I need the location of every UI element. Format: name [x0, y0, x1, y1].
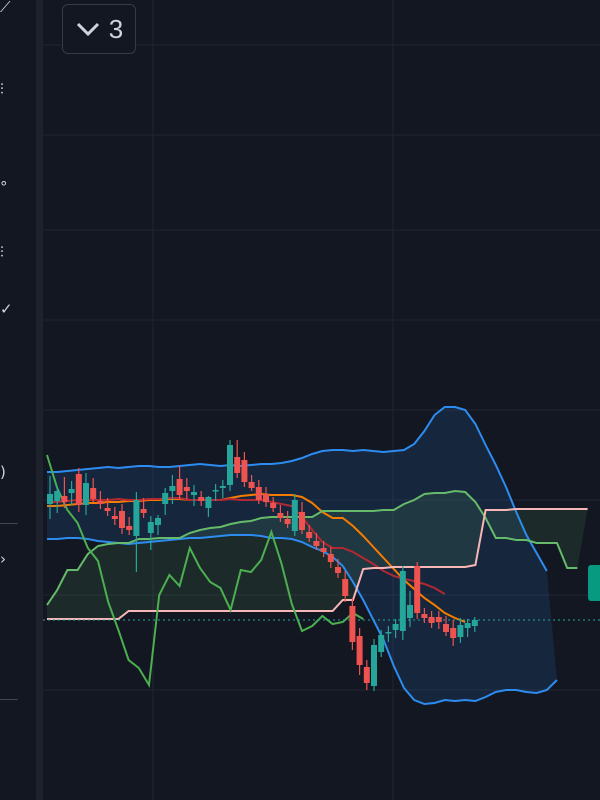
candle-body: [198, 497, 205, 501]
candle-body: [263, 494, 269, 502]
candle-body: [104, 508, 111, 511]
candle-body: [155, 518, 161, 525]
candle-body: [457, 625, 464, 637]
candle-body: [75, 474, 82, 505]
candle-body: [306, 532, 313, 538]
candle-body: [97, 501, 104, 504]
candle-body: [435, 617, 442, 622]
candle-body: [428, 617, 435, 623]
candle-body: [47, 494, 53, 504]
candle-body: [176, 479, 183, 495]
candle-body: [392, 624, 399, 630]
candle-body: [111, 516, 118, 519]
candle-body: [299, 512, 305, 530]
candle-body: [414, 566, 421, 613]
toolbar-divider: [0, 699, 18, 700]
candle-body: [212, 490, 219, 492]
candle-body: [169, 486, 176, 491]
toolbar-divider: [0, 523, 18, 524]
candle-body: [248, 482, 255, 488]
text-icon[interactable]: ⫶: [0, 245, 14, 260]
candle-body: [191, 492, 197, 495]
candle-body: [227, 445, 233, 485]
chevron-down-icon: [76, 22, 99, 37]
candle-body: [90, 488, 97, 499]
candle-body: [219, 486, 226, 488]
candle-body: [342, 579, 349, 596]
candle-body: [349, 606, 356, 642]
magnet-icon[interactable]: ): [0, 465, 14, 480]
candle-body: [327, 554, 334, 562]
candle-body: [407, 605, 413, 618]
candle-body: [83, 483, 89, 505]
candle-body: [162, 493, 169, 504]
candle-body: [255, 487, 262, 500]
zoom-icon[interactable]: ›: [0, 552, 14, 567]
candle-body: [61, 496, 68, 502]
candle-body: [284, 519, 291, 524]
price-chart[interactable]: [43, 0, 600, 800]
candle-body: [234, 457, 241, 473]
candle-body: [54, 491, 61, 501]
last-price-tag: [588, 565, 600, 601]
candle-body: [363, 667, 370, 683]
candle-body: [277, 513, 284, 518]
candle-body: [450, 628, 457, 638]
candle-body: [126, 526, 133, 530]
candle-body: [378, 635, 385, 652]
candle-body: [313, 541, 320, 546]
candle-body: [385, 632, 392, 634]
indicator-toggle-button[interactable]: 3: [62, 4, 136, 54]
candle-body: [320, 548, 327, 552]
candle-body: [133, 500, 140, 536]
candle-body: [443, 624, 449, 632]
brush-icon[interactable]: °: [0, 180, 14, 195]
fib-icon[interactable]: ⫶: [0, 82, 14, 97]
candle-body: [464, 623, 471, 628]
candle-body: [241, 460, 248, 482]
measure-icon[interactable]: ✓: [0, 302, 14, 317]
candle-body: [421, 614, 428, 618]
candle-body: [291, 500, 298, 531]
candle-body: [356, 636, 363, 665]
candle-body: [68, 489, 75, 493]
candle-body: [140, 509, 147, 513]
indicator-count: 3: [108, 13, 124, 44]
candle-body: [335, 567, 341, 573]
candle-body: [147, 522, 154, 533]
candle-body: [183, 487, 190, 491]
candle-body: [119, 511, 125, 528]
candle-body: [399, 571, 406, 631]
candle-body: [205, 497, 212, 508]
trend-line-icon[interactable]: ⟋: [0, 0, 14, 15]
drawing-toolbar: ⟋ ⫶ ° ⫶ ✓ ) ›: [0, 0, 36, 800]
candle-body: [371, 645, 377, 686]
pane-divider[interactable]: [36, 0, 43, 800]
candle-body: [270, 503, 277, 508]
candle-body: [471, 620, 478, 626]
